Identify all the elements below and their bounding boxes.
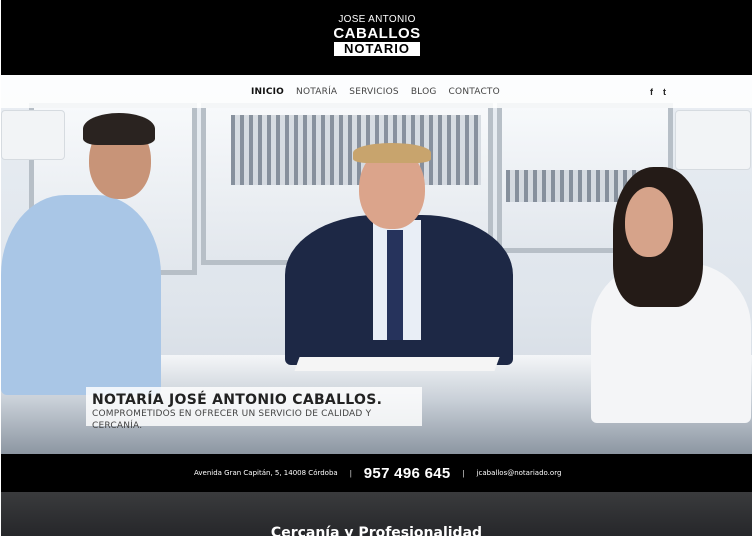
contact-address: Avenida Gran Capitán, 5, 14008 Córdoba — [194, 469, 338, 477]
values-band: Cercanía y Profesionalidad — [1, 492, 752, 536]
site-logo[interactable]: JOSE ANTONIO CABALLOS NOTARIO — [331, 14, 423, 56]
nav-item-servicios[interactable]: SERVICIOS — [349, 87, 399, 97]
main-nav: INICIO NOTARÍA SERVICIOS BLOG CONTACTO ft — [1, 75, 752, 108]
contact-info: Avenida Gran Capitán, 5, 14008 Córdoba |… — [194, 454, 561, 492]
logo-line-role: NOTARIO — [334, 42, 420, 56]
nav-item-notaria[interactable]: NOTARÍA — [296, 87, 337, 97]
nav-item-contacto[interactable]: CONTACTO — [449, 87, 500, 97]
facebook-icon[interactable]: f — [650, 87, 653, 97]
twitter-icon[interactable]: t — [663, 87, 666, 97]
hero-caption: NOTARÍA JOSÉ ANTONIO CABALLOS. COMPROMET… — [86, 387, 422, 431]
nav-links: INICIO NOTARÍA SERVICIOS BLOG CONTACTO — [251, 87, 500, 97]
contact-separator: | — [462, 468, 465, 478]
contact-bar: Avenida Gran Capitán, 5, 14008 Córdoba |… — [1, 454, 752, 492]
hero-section: INICIO NOTARÍA SERVICIOS BLOG CONTACTO ft NO… — [1, 75, 752, 454]
lamp-right — [675, 110, 751, 170]
nav-item-blog[interactable]: BLOG — [411, 87, 437, 97]
band-title: Cercanía y Profesionalidad — [270, 525, 483, 536]
contact-email[interactable]: jcaballos@notariado.org — [477, 469, 562, 477]
hero-title: NOTARÍA JOSÉ ANTONIO CABALLOS. — [92, 392, 383, 408]
lamp-left — [1, 110, 65, 160]
social-links: ft — [650, 87, 666, 97]
contact-phone[interactable]: 957 496 645 — [364, 465, 451, 482]
logo-line-surname: CABALLOS — [333, 25, 421, 42]
page: JOSE ANTONIO CABALLOS NOTARIO INICIO NOT… — [1, 0, 752, 536]
nav-item-inicio[interactable]: INICIO — [251, 87, 284, 97]
contact-separator: | — [349, 468, 352, 478]
hero-subtitle: COMPROMETIDOS EN OFRECER UN SERVICIO DE … — [92, 409, 372, 431]
site-header: JOSE ANTONIO CABALLOS NOTARIO — [1, 0, 752, 75]
